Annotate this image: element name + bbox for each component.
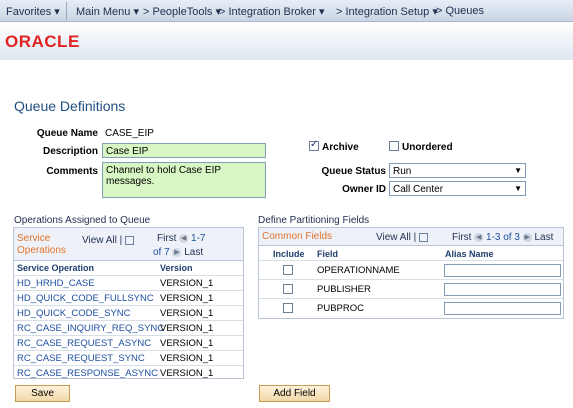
partitioning-grid-title: Common Fields (262, 231, 333, 242)
main-menu[interactable]: Main Menu ▾ (76, 5, 139, 18)
queue-status-value: Run (393, 166, 412, 177)
table-row: RC_CASE_REQUEST_ASYNC VERSION_1 (14, 335, 243, 350)
archive-label: Archive (322, 142, 359, 153)
include-checkbox[interactable] (283, 303, 293, 313)
top-navigation-bar: Favorites ▾ Main Menu ▾ > PeopleTools ▾ … (0, 0, 573, 22)
next-icon[interactable]: ▶ (172, 247, 182, 257)
service-operation-link[interactable]: RC_CASE_REQUEST_ASYNC (17, 338, 151, 349)
branding-header (0, 22, 573, 60)
first-link[interactable]: First (157, 233, 176, 244)
operations-grid-header: Service Operations View All | First ◀ 1-… (14, 228, 243, 261)
previous-icon[interactable]: ◀ (179, 233, 189, 243)
description-input[interactable]: Case EIP (102, 143, 266, 158)
alias-name-input[interactable] (444, 283, 561, 296)
table-row: RC_CASE_INQUIRY_REQ_SYNC VERSION_1 (14, 320, 243, 335)
partitioning-grid: Common Fields View All | First ◀ 1-3 of … (258, 227, 564, 319)
oracle-logo: ORACLE (5, 32, 80, 51)
previous-icon[interactable]: ◀ (474, 232, 484, 242)
last-link[interactable]: Last (535, 232, 554, 243)
partitioning-grid-header: Common Fields View All | First ◀ 1-3 of … (259, 228, 563, 246)
grid-title-line1: Service (17, 233, 51, 244)
service-operation-link[interactable]: HD_HRHD_CASE (17, 278, 95, 289)
owner-id-value: Call Center (393, 184, 444, 195)
pager-range: 1-3 of 3 (486, 232, 520, 243)
description-label: Description (42, 146, 98, 157)
col-alias-name: Alias Name (445, 249, 494, 259)
grid-title-line2: Operations (17, 245, 66, 256)
owner-id-label: Owner ID (342, 184, 386, 195)
add-field-button[interactable]: Add Field (259, 385, 330, 402)
save-button[interactable]: Save (15, 385, 70, 402)
partitioning-view-all[interactable]: View All | (376, 232, 428, 243)
table-row: HD_QUICK_CODE_SYNC VERSION_1 (14, 305, 243, 320)
nav-separator (66, 2, 67, 20)
alias-name-input[interactable] (444, 264, 561, 277)
operations-pager-line1: First ◀ 1-7 (157, 233, 205, 244)
col-version[interactable]: Version (160, 263, 193, 273)
breadcrumb-queues: > Queues (436, 5, 485, 17)
queue-name-label: Queue Name (36, 128, 98, 139)
page-title: Queue Definitions (14, 98, 126, 114)
field-value: PUBPROC (317, 303, 364, 314)
version-value: VERSION_1 (160, 353, 214, 364)
queue-name-value: CASE_EIP (105, 128, 154, 139)
operations-grid: Service Operations View All | First ◀ 1-… (13, 227, 244, 379)
version-value: VERSION_1 (160, 293, 214, 304)
version-value: VERSION_1 (160, 308, 214, 319)
service-operation-link[interactable]: RC_CASE_RESPONSE_ASYNC (17, 368, 158, 379)
queue-status-label: Queue Status (321, 166, 386, 177)
breadcrumb-integration-setup[interactable]: > Integration Setup ▾ (336, 5, 438, 18)
table-row: PUBLISHER (259, 279, 563, 298)
operations-grid-title: Service Operations (17, 233, 66, 257)
table-row: OPERATIONNAME (259, 260, 563, 279)
field-value: PUBLISHER (317, 284, 371, 295)
include-checkbox[interactable] (283, 284, 293, 294)
pager-range: 1-7 (191, 233, 206, 244)
operations-pager-line2: of 7 ▶ Last (153, 247, 203, 258)
zoom-icon[interactable] (419, 232, 428, 242)
col-include: Include (273, 249, 305, 259)
field-value: OPERATIONNAME (317, 265, 400, 276)
partitioning-section-title: Define Partitioning Fields (258, 215, 370, 226)
table-row: RC_CASE_RESPONSE_ASYNC VERSION_1 (14, 365, 243, 380)
table-row: HD_HRHD_CASE VERSION_1 (14, 275, 243, 290)
favorites-menu[interactable]: Favorites ▾ (6, 5, 60, 18)
col-field: Field (317, 249, 339, 259)
table-row: HD_QUICK_CODE_FULLSYNC VERSION_1 (14, 290, 243, 305)
breadcrumb-integration-broker[interactable]: > Integration Broker ▾ (219, 5, 325, 18)
table-row: RC_CASE_REQUEST_SYNC VERSION_1 (14, 350, 243, 365)
dropdown-arrow-icon: ▼ (514, 166, 522, 175)
operations-section-title: Operations Assigned to Queue (14, 215, 151, 226)
first-link[interactable]: First (452, 232, 471, 243)
alias-name-input[interactable] (444, 302, 561, 315)
unordered-label: Unordered (402, 142, 453, 153)
version-value: VERSION_1 (160, 278, 214, 289)
table-row: PUBPROC (259, 298, 563, 317)
pager-total: of 7 (153, 247, 170, 258)
include-checkbox[interactable] (283, 265, 293, 275)
zoom-icon[interactable] (125, 235, 134, 245)
next-icon[interactable]: ▶ (522, 232, 532, 242)
queue-status-dropdown[interactable]: Run ▼ (389, 163, 526, 178)
col-service-operation[interactable]: Service Operation (17, 263, 94, 273)
breadcrumb-peopletools[interactable]: > PeopleTools ▾ (143, 5, 221, 18)
service-operation-link[interactable]: HD_QUICK_CODE_FULLSYNC (17, 293, 154, 304)
partitioning-pager: First ◀ 1-3 of 3 ▶ Last (452, 232, 553, 243)
service-operation-link[interactable]: HD_QUICK_CODE_SYNC (17, 308, 131, 319)
version-value: VERSION_1 (160, 323, 214, 334)
view-all-link[interactable]: View All (376, 232, 411, 243)
version-value: VERSION_1 (160, 338, 214, 349)
operations-view-all[interactable]: View All | (82, 235, 134, 246)
service-operation-link[interactable]: RC_CASE_REQUEST_SYNC (17, 353, 145, 364)
last-link[interactable]: Last (184, 247, 203, 258)
unordered-checkbox[interactable] (389, 141, 399, 151)
view-all-link[interactable]: View All (82, 235, 117, 246)
dropdown-arrow-icon: ▼ (514, 184, 522, 193)
comments-label: Comments (46, 166, 98, 177)
archive-checkbox[interactable] (309, 139, 319, 151)
owner-id-dropdown[interactable]: Call Center ▼ (389, 181, 526, 196)
version-value: VERSION_1 (160, 368, 214, 379)
comments-textarea[interactable]: Channel to hold Case EIP messages. (102, 162, 266, 198)
service-operation-link[interactable]: RC_CASE_INQUIRY_REQ_SYNC (17, 323, 164, 334)
